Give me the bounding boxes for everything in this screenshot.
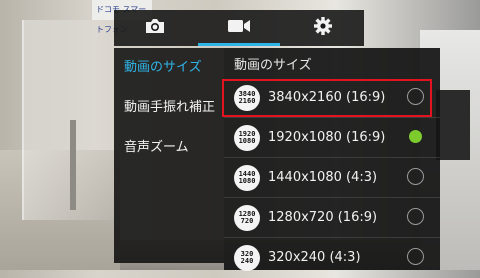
tab-general-settings[interactable] <box>282 10 364 46</box>
menu-item-video-stabilization[interactable]: 動画手振れ補正 <box>124 96 215 115</box>
option-1280x720[interactable]: 1280 720 1280x720 (16:9) <box>224 198 440 238</box>
resolution-1920x1080-icon: 1920 1080 <box>234 125 260 151</box>
radio-button[interactable] <box>407 208 424 225</box>
tab-camera-settings[interactable] <box>114 10 196 46</box>
tab-video-settings[interactable] <box>198 10 280 46</box>
option-3840x2160[interactable]: 3840 2160 3840x2160 (16:9) <box>224 78 440 118</box>
radio-button[interactable] <box>407 168 424 185</box>
resolution-1280x720-icon: 1280 720 <box>234 205 260 231</box>
resolution-1440x1080-icon: 1440 1080 <box>234 165 260 191</box>
settings-tab-bar <box>114 10 364 46</box>
viewfinder-device <box>436 90 470 160</box>
video-size-panel: 動画のサイズ 3840 2160 3840x2160 (16:9) 1920 108… <box>224 48 440 271</box>
camera-icon <box>144 17 166 39</box>
radio-button[interactable] <box>407 88 424 105</box>
option-label: 1440x1080 (4:3) <box>268 170 378 185</box>
radio-button[interactable] <box>407 248 424 265</box>
option-1440x1080[interactable]: 1440 1080 1440x1080 (4:3) <box>224 158 440 198</box>
viewfinder-post <box>70 120 76 210</box>
viewfinder-glass-case <box>22 20 116 220</box>
settings-category-menu: 動画のサイズ 動画手振れ補正 音声ズーム <box>114 48 224 263</box>
option-label: 1920x1080 (16:9) <box>268 130 386 145</box>
option-label: 320x240 (4:3) <box>268 250 361 265</box>
option-label: 1280x720 (16:9) <box>268 210 378 225</box>
resolution-3840x2160-icon: 3840 2160 <box>234 85 260 111</box>
option-1920x1080[interactable]: 1920 1080 1920x1080 (16:9) <box>224 118 440 158</box>
menu-item-audio-zoom[interactable]: 音声ズーム <box>124 136 189 155</box>
gear-icon <box>313 16 333 40</box>
option-label: 3840x2160 (16:9) <box>268 90 386 105</box>
menu-item-video-size[interactable]: 動画のサイズ <box>124 56 202 75</box>
video-camera-icon <box>226 17 252 39</box>
radio-button-selected[interactable] <box>409 130 422 143</box>
panel-title: 動画のサイズ <box>234 58 312 73</box>
option-320x240[interactable]: 320 240 320x240 (4:3) <box>224 238 440 278</box>
resolution-320x240-icon: 320 240 <box>234 245 260 271</box>
